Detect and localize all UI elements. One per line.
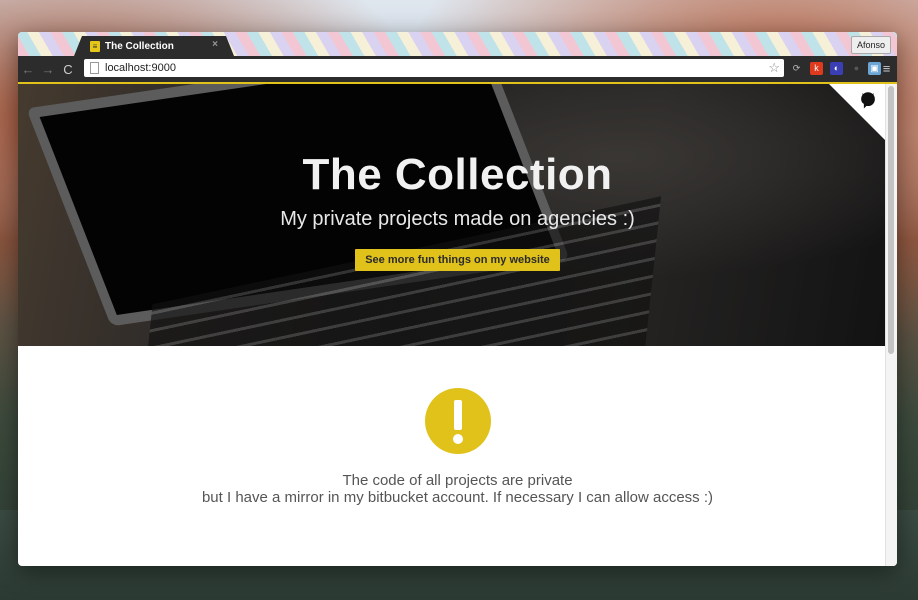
url-text: localhost:9000 (105, 62, 176, 74)
tab-the-collection[interactable]: ≡ The Collection × (74, 36, 234, 56)
k-extension-icon[interactable]: k (810, 62, 823, 75)
favicon-icon: ≡ (90, 40, 100, 52)
tab-strip: ≡ The Collection × Afonso (18, 32, 897, 56)
profile-button[interactable]: Afonso (850, 36, 891, 54)
github-octocat-icon (861, 92, 875, 109)
browser-window: ≡ The Collection × Afonso ← → C localhos… (18, 32, 897, 566)
page-subtitle: My private projects made on agencies :) (280, 208, 635, 230)
address-bar[interactable]: localhost:9000 ☆ (84, 59, 784, 77)
close-tab-icon[interactable]: × (212, 39, 218, 50)
scrollbar-thumb[interactable] (888, 86, 894, 354)
sync-icon[interactable]: ⟳ (790, 62, 803, 75)
hero-banner: The Collection My private projects made … (18, 82, 897, 346)
back-button[interactable]: ← (18, 62, 38, 77)
bookmark-star-icon[interactable]: ☆ (768, 60, 780, 76)
shield-extension-icon[interactable]: ● (850, 62, 863, 75)
tab-title: The Collection (105, 40, 174, 52)
forward-button[interactable]: → (38, 62, 58, 77)
notice-line-2: but I have a mirror in my bitbucket acco… (201, 489, 714, 506)
website-link-button[interactable]: See more fun things on my website (355, 249, 560, 271)
page-scrollbar[interactable] (885, 84, 897, 566)
browser-toolbar: ← → C localhost:9000 ☆ ⟳ k ◐ ● ▣ ≡ (18, 56, 897, 82)
globe-extension-icon[interactable]: ◐ (830, 62, 843, 75)
page-icon (90, 62, 99, 74)
hero-content: The Collection My private projects made … (18, 150, 897, 271)
menu-icon[interactable]: ≡ (880, 62, 893, 75)
notice-line-1: The code of all projects are private (342, 472, 573, 489)
notice-text: The code of all projects are private but… (18, 472, 897, 506)
exclamation-icon (424, 388, 491, 454)
reload-button[interactable]: C (58, 62, 78, 77)
page-title: The Collection (302, 150, 613, 199)
notice-section: The code of all projects are private but… (18, 388, 897, 506)
